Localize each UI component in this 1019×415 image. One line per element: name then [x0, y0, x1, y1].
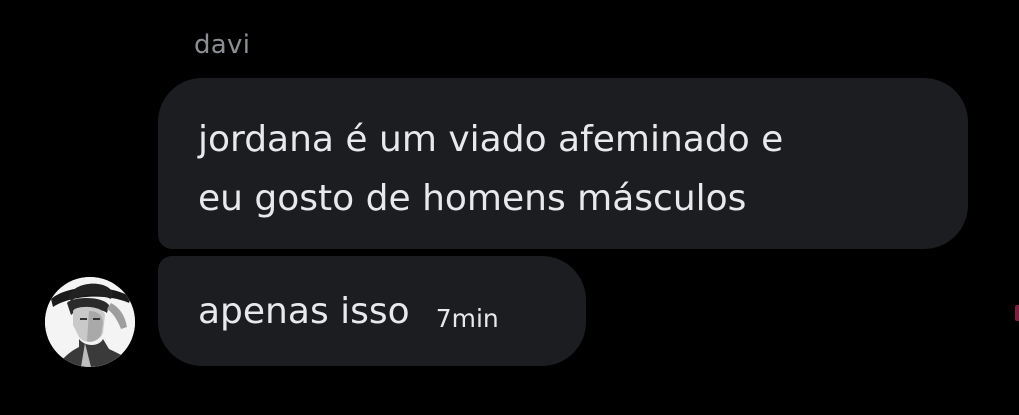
message-line: jordana é um viado afeminado e: [198, 119, 784, 160]
sender-name: davi: [194, 30, 251, 60]
avatar[interactable]: [45, 277, 135, 367]
scroll-edge-indicator: [1015, 305, 1019, 321]
user-photo-avatar-icon: [45, 277, 135, 367]
message-timestamp: 7min: [435, 303, 499, 333]
message-line: eu gosto de homens másculos: [198, 178, 747, 219]
message-text: apenas isso: [198, 290, 410, 332]
message-bubble[interactable]: apenas isso 7min: [158, 256, 586, 366]
message-bubble[interactable]: jordana é um viado afeminado e eu gosto …: [158, 78, 968, 249]
